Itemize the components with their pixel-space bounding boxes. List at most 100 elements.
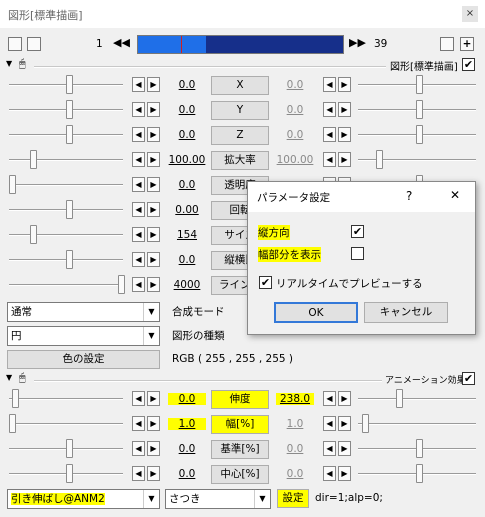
right-value[interactable]: 0.0 (276, 468, 314, 480)
go-first-icon[interactable]: ◀◀ (113, 36, 130, 49)
left-value[interactable]: 0.0 (168, 468, 206, 480)
shape-type-select[interactable]: 円 ▼ (7, 326, 160, 346)
right-increment-button[interactable]: ▶ (338, 77, 351, 92)
right-decrement-button[interactable]: ◀ (323, 416, 336, 431)
left-slider-thumb[interactable] (66, 200, 73, 219)
left-increment-button[interactable]: ▶ (147, 127, 160, 142)
left-increment-button[interactable]: ▶ (147, 227, 160, 242)
right-slider-track[interactable] (358, 423, 476, 425)
right-slider-thumb[interactable] (396, 389, 403, 408)
close-window-button[interactable]: × (462, 6, 478, 22)
left-value[interactable]: 0.0 (168, 254, 206, 266)
left-decrement-button[interactable]: ◀ (132, 127, 145, 142)
left-decrement-button[interactable]: ◀ (132, 391, 145, 406)
right-value[interactable]: 0.0 (276, 79, 314, 91)
collapse-icon[interactable]: ▼ (6, 373, 12, 382)
right-increment-button[interactable]: ▶ (338, 466, 351, 481)
left-slider-thumb[interactable] (66, 75, 73, 94)
left-increment-button[interactable]: ▶ (147, 391, 160, 406)
left-increment-button[interactable]: ▶ (147, 177, 160, 192)
left-increment-button[interactable]: ▶ (147, 252, 160, 267)
frame-icon[interactable] (27, 37, 41, 51)
left-slider-thumb[interactable] (66, 125, 73, 144)
effect-sub-select[interactable]: さつき ▼ (165, 489, 271, 509)
left-value[interactable]: 0.0 (168, 393, 206, 405)
left-increment-button[interactable]: ▶ (147, 77, 160, 92)
left-value[interactable]: 0.00 (168, 204, 206, 216)
left-value[interactable]: 0.0 (168, 443, 206, 455)
parameter-button[interactable]: 拡大率 (211, 151, 269, 170)
effect-select[interactable]: 引き伸ばし@ANM2 ▼ (7, 489, 160, 509)
left-decrement-button[interactable]: ◀ (132, 441, 145, 456)
left-increment-button[interactable]: ▶ (147, 277, 160, 292)
left-slider-track[interactable] (9, 234, 123, 236)
timeline-cursor[interactable] (181, 36, 182, 53)
ok-button[interactable]: OK (274, 302, 358, 323)
left-increment-button[interactable]: ▶ (147, 202, 160, 217)
right-value[interactable]: 1.0 (276, 418, 314, 430)
left-value[interactable]: 1.0 (168, 418, 206, 430)
left-slider-thumb[interactable] (9, 175, 16, 194)
left-slider-track[interactable] (9, 184, 123, 186)
left-value[interactable]: 100.00 (168, 154, 206, 166)
right-decrement-button[interactable]: ◀ (323, 102, 336, 117)
right-increment-button[interactable]: ▶ (338, 152, 351, 167)
collapse-icon[interactable]: ▼ (6, 59, 12, 68)
link-icon[interactable] (440, 37, 454, 51)
left-increment-button[interactable]: ▶ (147, 102, 160, 117)
parameter-button[interactable]: 幅[%] (211, 415, 269, 434)
left-decrement-button[interactable]: ◀ (132, 466, 145, 481)
parameter-button[interactable]: 中心[%] (211, 465, 269, 484)
right-increment-button[interactable]: ▶ (338, 416, 351, 431)
left-value[interactable]: 0.0 (168, 104, 206, 116)
left-decrement-button[interactable]: ◀ (132, 102, 145, 117)
left-increment-button[interactable]: ▶ (147, 152, 160, 167)
left-decrement-button[interactable]: ◀ (132, 202, 145, 217)
show-width-checkbox[interactable] (351, 247, 364, 260)
left-decrement-button[interactable]: ◀ (132, 277, 145, 292)
right-decrement-button[interactable]: ◀ (323, 466, 336, 481)
right-slider-thumb[interactable] (416, 439, 423, 458)
right-increment-button[interactable]: ▶ (338, 441, 351, 456)
left-value[interactable]: 0.0 (168, 129, 206, 141)
left-slider-thumb[interactable] (9, 414, 16, 433)
right-slider-thumb[interactable] (416, 75, 423, 94)
right-slider-thumb[interactable] (376, 150, 383, 169)
left-decrement-button[interactable]: ◀ (132, 177, 145, 192)
right-value[interactable]: 100.00 (276, 154, 314, 166)
left-increment-button[interactable]: ▶ (147, 441, 160, 456)
right-value[interactable]: 0.0 (276, 129, 314, 141)
right-slider-thumb[interactable] (416, 100, 423, 119)
right-increment-button[interactable]: ▶ (338, 102, 351, 117)
left-slider-thumb[interactable] (30, 150, 37, 169)
right-increment-button[interactable]: ▶ (338, 391, 351, 406)
left-slider-thumb[interactable] (66, 439, 73, 458)
effect-settings-button[interactable]: 設定 (277, 489, 309, 508)
left-slider-track[interactable] (9, 398, 123, 400)
left-decrement-button[interactable]: ◀ (132, 77, 145, 92)
help-button[interactable]: ? (406, 189, 412, 203)
left-slider-thumb[interactable] (12, 389, 19, 408)
right-value[interactable]: 0.0 (276, 443, 314, 455)
right-decrement-button[interactable]: ◀ (323, 77, 336, 92)
right-decrement-button[interactable]: ◀ (323, 127, 336, 142)
left-value[interactable]: 0.0 (168, 179, 206, 191)
right-increment-button[interactable]: ▶ (338, 127, 351, 142)
left-slider-track[interactable] (9, 159, 123, 161)
parameter-button[interactable]: X (211, 76, 269, 95)
left-slider-track[interactable] (9, 284, 123, 286)
left-slider-thumb[interactable] (66, 464, 73, 483)
right-value[interactable]: 238.0 (276, 393, 314, 405)
left-decrement-button[interactable]: ◀ (132, 252, 145, 267)
section-enable-checkbox[interactable]: ✔ (462, 372, 475, 385)
go-last-icon[interactable]: ▶▶ (349, 36, 366, 49)
left-slider-thumb[interactable] (66, 100, 73, 119)
right-decrement-button[interactable]: ◀ (323, 391, 336, 406)
right-slider-thumb[interactable] (362, 414, 369, 433)
left-slider-thumb[interactable] (30, 225, 37, 244)
add-button[interactable]: + (460, 37, 474, 51)
color-settings-button[interactable]: 色の設定 (7, 350, 160, 369)
filmstrip-icon[interactable] (8, 37, 22, 51)
right-slider-track[interactable] (358, 398, 476, 400)
vertical-checkbox[interactable]: ✔ (351, 225, 364, 238)
